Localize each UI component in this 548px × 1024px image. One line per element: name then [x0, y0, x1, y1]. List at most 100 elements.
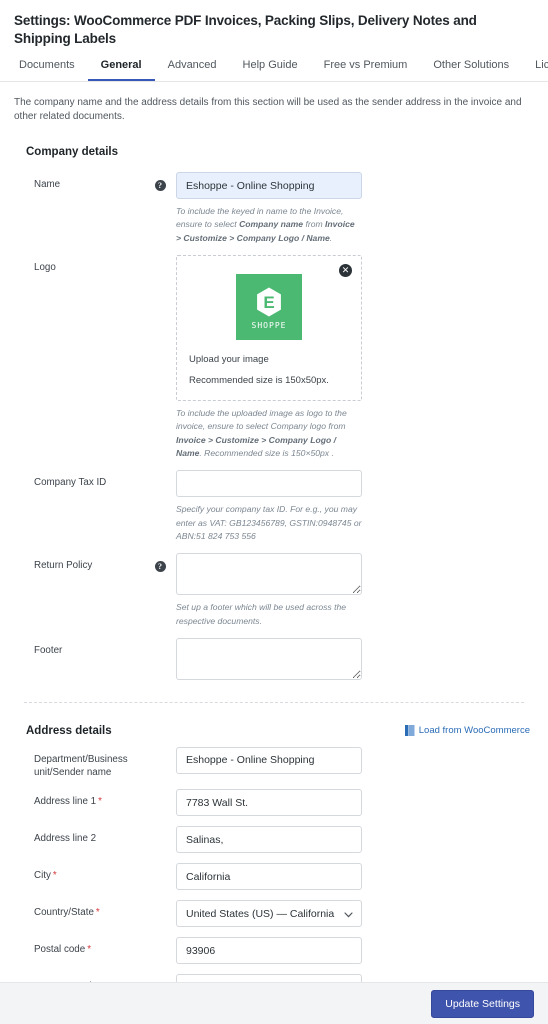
- field-row-address-line-2: Address line 2: [14, 816, 534, 854]
- footer-textarea[interactable]: [176, 637, 362, 680]
- hexagon-e-icon: E: [257, 287, 281, 316]
- load-from-woocommerce-label: Load from WooCommerce: [418, 725, 530, 737]
- hint-company-name: To include the keyed in name to the Invo…: [176, 205, 362, 245]
- field-row-company-name: Name ? To include the keyed in name to t…: [14, 162, 534, 245]
- field-col-address-line-2: [152, 826, 362, 854]
- address-details-header: Address details Load from WooCommerce: [14, 725, 534, 737]
- label-city-text: City: [34, 870, 51, 882]
- postal-code-input[interactable]: [176, 937, 362, 965]
- logo-uploader[interactable]: ✕ E SHOPPE Upload your image Recommended…: [176, 255, 362, 402]
- field-row-footer: Footer: [14, 628, 534, 680]
- field-col-address-line-1: [152, 789, 362, 817]
- field-col-city: [152, 863, 362, 891]
- field-row-return-policy: Return Policy ? Set up a footer which wi…: [14, 543, 534, 628]
- field-col-return-policy: Set up a footer which will be used acros…: [168, 553, 362, 628]
- required-asterisk: *: [87, 944, 92, 956]
- field-row-tax-id: Company Tax ID Specify your company tax …: [14, 460, 534, 543]
- field-col-postal-code: [152, 937, 362, 965]
- help-col-logo: [152, 255, 168, 263]
- address-line-2-input[interactable]: [176, 826, 362, 854]
- country-state-select-wrap: United States (US) — California: [176, 900, 362, 928]
- recommended-size-text: Recommended size is 150x50px.: [189, 375, 329, 387]
- label-city: City *: [14, 863, 152, 882]
- label-return-policy: Return Policy: [34, 560, 93, 572]
- required-asterisk: *: [98, 796, 102, 808]
- settings-page: Settings: WooCommerce PDF Invoices, Pack…: [0, 0, 548, 1024]
- tab-licence[interactable]: Licence: [522, 57, 548, 81]
- tab-advanced[interactable]: Advanced: [155, 57, 230, 81]
- hint-logo-part-1: To include the uploaded image as logo to…: [176, 408, 347, 432]
- field-row-sender-name: Department/Business unit/Sender name: [14, 737, 534, 779]
- help-col-company-name: ?: [152, 172, 168, 192]
- label-address-line-1-text: Address line 1: [34, 796, 97, 808]
- close-icon[interactable]: ✕: [339, 264, 352, 278]
- footer-action-bar: Update Settings: [0, 982, 548, 1024]
- label-address-line-2: Address line 2: [34, 833, 97, 845]
- load-from-woocommerce-link[interactable]: Load from WooCommerce: [404, 725, 534, 737]
- required-asterisk: *: [52, 870, 57, 882]
- tab-general[interactable]: General: [87, 57, 155, 82]
- field-row-address-line-1: Address line 1 *: [14, 779, 534, 817]
- page-title: Settings: WooCommerce PDF Invoices, Pack…: [14, 13, 477, 46]
- upload-your-image-text: Upload your image: [189, 354, 269, 366]
- tab-other-solutions[interactable]: Other Solutions: [420, 57, 522, 81]
- hint-part-2: from: [303, 219, 326, 230]
- label-postal-code-text: Postal code: [34, 944, 86, 956]
- hint-logo: To include the uploaded image as logo to…: [176, 407, 362, 460]
- field-row-contact-number: Contact number: [14, 964, 534, 982]
- question-mark-icon[interactable]: ?: [154, 561, 166, 573]
- company-name-input[interactable]: [176, 172, 362, 200]
- tab-free-vs-premium[interactable]: Free vs Premium: [311, 57, 421, 81]
- field-row-city: City *: [14, 853, 534, 891]
- address-details-heading: Address details: [26, 724, 112, 737]
- field-col-country-state: United States (US) — California: [152, 900, 362, 928]
- label-address-line-1: Address line 1 *: [14, 789, 152, 808]
- tab-help-guide[interactable]: Help Guide: [230, 57, 311, 81]
- question-mark-icon[interactable]: ?: [154, 180, 166, 192]
- label-country-state-text: Country/State: [34, 907, 94, 919]
- import-book-icon: [404, 725, 415, 737]
- hint-tax-id: Specify your company tax ID. For e.g., y…: [176, 504, 362, 541]
- field-row-country-state: Country/State * United States (US) — Cali…: [14, 890, 534, 928]
- intro-text: The company name and the address details…: [14, 97, 522, 123]
- settings-body: Company details Name ? To include the ke…: [0, 124, 548, 982]
- label-company-name: Name: [34, 179, 61, 191]
- field-col-footer: [168, 637, 362, 680]
- label-tax-id: Company Tax ID: [34, 477, 107, 489]
- hint-return-policy: Set up a footer which will be used acros…: [176, 602, 347, 626]
- label-logo: Logo: [34, 262, 56, 274]
- update-settings-button[interactable]: Update Settings: [431, 989, 534, 1018]
- svg-text:E: E: [263, 292, 274, 311]
- address-line-1-input[interactable]: [176, 789, 362, 817]
- tab-documents[interactable]: Documents: [14, 57, 88, 81]
- help-col-footer: [152, 638, 168, 646]
- return-policy-textarea[interactable]: [176, 553, 362, 596]
- field-row-logo: Logo ✕ E SHOPPE Upload your image Recomm…: [14, 245, 534, 460]
- label-sender-name: Department/Business unit/Sender name: [34, 753, 128, 779]
- label-contact-number: Contact number: [14, 974, 152, 982]
- label-footer: Footer: [34, 644, 63, 656]
- logo-wordmark: SHOPPE: [251, 320, 287, 330]
- field-row-postal-code: Postal code *: [14, 927, 534, 965]
- field-col-contact-number: [152, 974, 362, 982]
- company-logo-image: E SHOPPE: [236, 274, 302, 341]
- help-col-return-policy: ?: [152, 553, 168, 573]
- field-col-company-name: To include the keyed in name to the Invo…: [168, 172, 362, 245]
- label-country-state: Country/State *: [14, 900, 152, 919]
- hint-part-3: .: [329, 232, 333, 243]
- contact-number-input[interactable]: [176, 974, 362, 982]
- hint-bold-1: Company name: [239, 219, 304, 230]
- sender-name-input[interactable]: [176, 746, 362, 774]
- help-col-tax-id: [152, 470, 168, 478]
- section-divider: [24, 701, 524, 703]
- label-postal-code: Postal code *: [14, 937, 152, 956]
- required-asterisk: *: [95, 907, 100, 919]
- field-col-tax-id: Specify your company tax ID. For e.g., y…: [168, 470, 362, 543]
- city-input[interactable]: [176, 863, 362, 891]
- tab-bar: Documents General Advanced Help Guide Fr…: [0, 47, 548, 83]
- company-details-heading: Company details: [26, 146, 119, 159]
- tax-id-input[interactable]: [176, 470, 362, 498]
- field-col-sender-name: [152, 746, 362, 774]
- country-state-select[interactable]: United States (US) — California: [176, 900, 362, 928]
- hint-logo-part-2: . Recommended size is 150×50px .: [199, 447, 334, 458]
